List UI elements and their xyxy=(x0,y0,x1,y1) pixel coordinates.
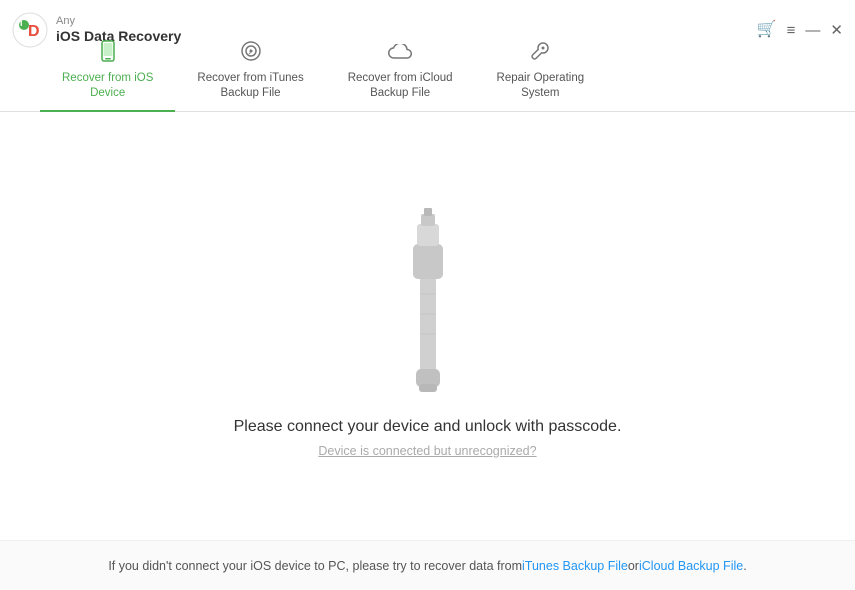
itunes-icon: ♪ xyxy=(240,40,262,66)
tab-ios-device[interactable]: Recover from iOS Device xyxy=(40,40,175,111)
minimize-button[interactable]: — xyxy=(805,23,820,38)
svg-text:♪: ♪ xyxy=(248,46,253,56)
logo-any: Any xyxy=(56,15,181,28)
lightning-cable-svg xyxy=(383,194,473,394)
footer-suffix: . xyxy=(743,559,746,573)
footer-icloud-link[interactable]: iCloud Backup File xyxy=(639,559,743,573)
tab-itunes[interactable]: ♪ Recover from iTunes Backup File xyxy=(175,40,325,111)
repair-icon xyxy=(529,40,551,66)
connect-text: Please connect your device and unlock wi… xyxy=(234,418,622,436)
footer-prefix: If you didn't connect your iOS device to… xyxy=(108,559,522,573)
footer-itunes-link[interactable]: iTunes Backup File xyxy=(522,559,628,573)
ios-device-icon xyxy=(97,40,119,66)
cable-illustration xyxy=(383,194,473,394)
tab-icloud-label: Recover from iCloud Backup File xyxy=(348,71,453,101)
tab-itunes-label: Recover from iTunes Backup File xyxy=(197,71,303,101)
tab-icloud[interactable]: Recover from iCloud Backup File xyxy=(326,44,475,111)
cart-icon[interactable]: 🛒 xyxy=(757,22,777,38)
tab-repair[interactable]: Repair Operating System xyxy=(475,40,607,111)
tab-ios-device-label: Recover from iOS Device xyxy=(62,71,153,101)
svg-text:i: i xyxy=(20,18,23,28)
window-controls: 🛒 ≡ — ✕ xyxy=(757,22,843,38)
unrecognized-link[interactable]: Device is connected but unrecognized? xyxy=(318,444,536,458)
close-button[interactable]: ✕ xyxy=(830,23,843,38)
footer-connector: or xyxy=(628,559,639,573)
nav-tabs: Recover from iOS Device ♪ Recover from i… xyxy=(0,52,855,112)
icloud-icon xyxy=(388,44,412,66)
footer: If you didn't connect your iOS device to… xyxy=(0,540,855,590)
main-content: Please connect your device and unlock wi… xyxy=(0,112,855,540)
tab-repair-label: Repair Operating System xyxy=(497,71,585,101)
svg-text:D: D xyxy=(28,23,40,40)
menu-icon[interactable]: ≡ xyxy=(787,23,796,38)
